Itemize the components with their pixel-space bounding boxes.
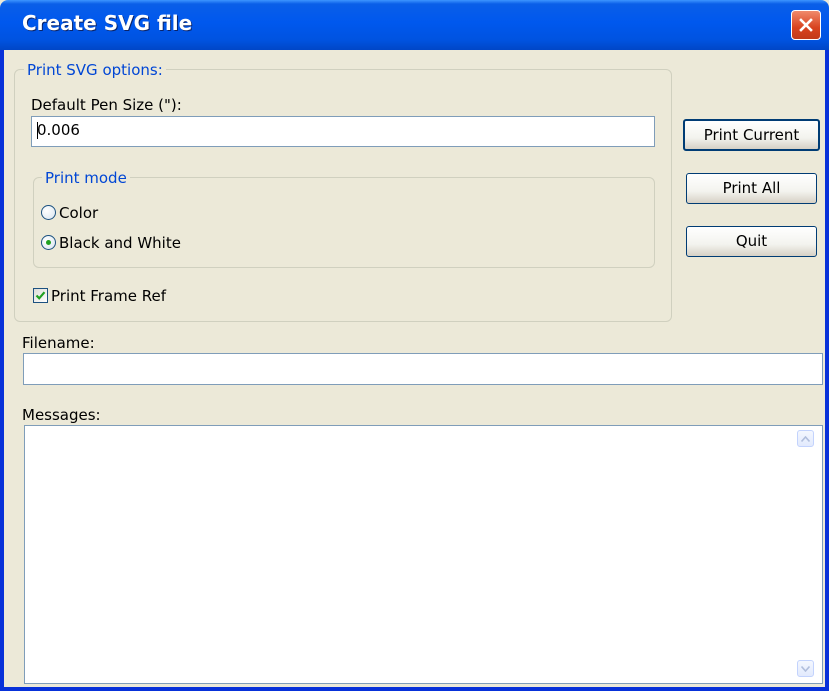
print-all-button[interactable]: Print All [686,173,817,204]
window-frame-bottom [0,687,829,691]
checkmark-icon [35,291,46,300]
close-button[interactable] [791,10,821,40]
window-frame-right [825,50,829,691]
pen-size-value: 0.006 [37,121,80,139]
color-radio[interactable] [41,205,56,220]
messages-textarea[interactable] [24,425,823,684]
print-mode-group [33,177,655,268]
print-svg-options-legend: Print SVG options: [24,61,166,79]
print-frame-ref-checkbox[interactable] [33,288,48,303]
messages-label: Messages: [22,406,101,424]
pen-size-label: Default Pen Size ("): [31,96,182,114]
window-frame-left [0,50,4,691]
scroll-up-button[interactable] [797,430,814,447]
black-and-white-radio-label[interactable]: Black and White [59,234,181,252]
title-bar: Create SVG file [0,0,829,50]
window-title: Create SVG file [22,11,193,35]
color-radio-label[interactable]: Color [59,204,98,222]
filename-input[interactable] [23,353,823,385]
print-mode-legend: Print mode [42,169,130,187]
black-and-white-radio[interactable] [41,235,56,250]
close-icon [799,18,813,32]
chevron-up-icon [801,435,810,442]
print-current-button[interactable]: Print Current [683,119,820,151]
pen-size-input[interactable]: 0.006 [31,116,655,147]
radio-selected-dot [46,240,51,245]
filename-label: Filename: [22,334,95,352]
quit-button[interactable]: Quit [686,226,817,257]
chevron-down-icon [801,665,810,672]
scroll-down-button[interactable] [797,660,814,677]
print-frame-ref-label[interactable]: Print Frame Ref [51,287,166,305]
